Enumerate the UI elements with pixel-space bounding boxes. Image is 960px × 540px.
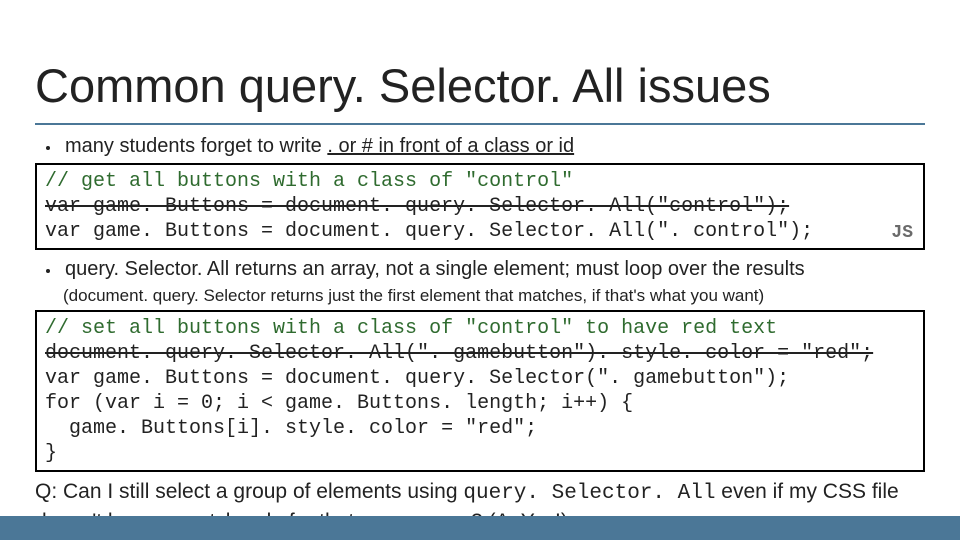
bullet-1-underlined: . or # in front of a class or id [327, 135, 574, 157]
slide-title: Common query. Selector. All issues [35, 58, 925, 113]
bullet-list-2: query. Selector. All returns an array, n… [35, 256, 925, 282]
code1-right: var game. Buttons = document. query. Sel… [45, 220, 813, 243]
code2-line3: var game. Buttons = document. query. Sel… [45, 367, 789, 390]
code2-comment: // set all buttons with a class of "cont… [45, 317, 777, 340]
code-block-1: // get all buttons with a class of "cont… [35, 163, 925, 250]
qa-code: query. Selector. All [463, 482, 715, 505]
footer-bar [0, 516, 960, 540]
qa-prefix: Q: Can I still select a group of element… [35, 480, 463, 503]
bullet-2: query. Selector. All returns an array, n… [61, 256, 925, 282]
code-block-2: // set all buttons with a class of "cont… [35, 310, 925, 472]
code2-line4: for (var i = 0; i < game. Buttons. lengt… [45, 392, 633, 415]
code2-line6: } [45, 442, 57, 465]
slide: Common query. Selector. All issues many … [0, 0, 960, 540]
bullet-list-1: many students forget to write . or # in … [35, 133, 925, 159]
bullet-2-subnote: (document. query. Selector returns just … [63, 286, 925, 306]
js-label: JS [891, 222, 913, 245]
title-rule [35, 123, 925, 125]
code1-wrong: var game. Buttons = document. query. Sel… [45, 195, 789, 218]
bullet-1-text: many students forget to write [65, 135, 327, 157]
code2-line5: game. Buttons[i]. style. color = "red"; [45, 417, 537, 440]
code1-comment: // get all buttons with a class of "cont… [45, 170, 573, 193]
bullet-1: many students forget to write . or # in … [61, 133, 925, 159]
slide-content: Common query. Selector. All issues many … [35, 58, 925, 537]
code2-wrong: document. query. Selector. All(". gamebu… [45, 342, 873, 365]
